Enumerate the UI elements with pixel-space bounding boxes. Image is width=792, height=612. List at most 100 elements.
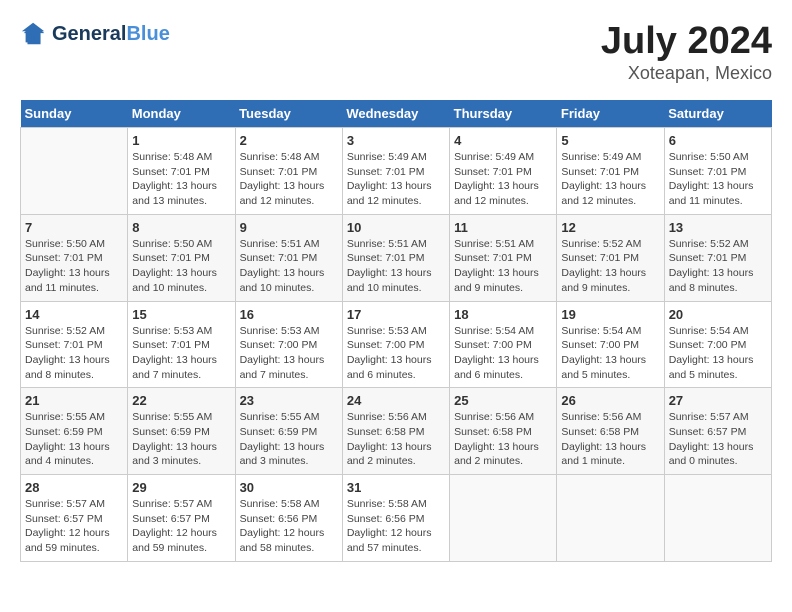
day-number: 21: [25, 393, 123, 408]
cell-content: Sunrise: 5:50 AMSunset: 7:01 PMDaylight:…: [669, 150, 767, 209]
day-number: 4: [454, 133, 552, 148]
day-number: 30: [240, 480, 338, 495]
page-header: GeneralBlue July 2024 Xoteapan, Mexico: [20, 20, 772, 84]
day-number: 29: [132, 480, 230, 495]
day-number: 7: [25, 220, 123, 235]
calendar-cell: 10 Sunrise: 5:51 AMSunset: 7:01 PMDayligh…: [342, 214, 449, 301]
day-number: 10: [347, 220, 445, 235]
day-number: 15: [132, 307, 230, 322]
day-number: 23: [240, 393, 338, 408]
calendar-cell: 31 Sunrise: 5:58 AMSunset: 6:56 PMDayligh…: [342, 475, 449, 562]
day-number: 18: [454, 307, 552, 322]
week-row-4: 21 Sunrise: 5:55 AMSunset: 6:59 PMDayligh…: [21, 388, 772, 475]
day-number: 8: [132, 220, 230, 235]
cell-content: Sunrise: 5:53 AMSunset: 7:00 PMDaylight:…: [240, 324, 338, 383]
day-number: 31: [347, 480, 445, 495]
calendar-cell: 4 Sunrise: 5:49 AMSunset: 7:01 PMDaylight…: [450, 128, 557, 215]
day-number: 27: [669, 393, 767, 408]
cell-content: Sunrise: 5:48 AMSunset: 7:01 PMDaylight:…: [132, 150, 230, 209]
calendar-cell: 19Sunrise: 5:54 AMSunset: 7:00 PMDayligh…: [557, 301, 664, 388]
cell-content: Sunrise: 5:51 AMSunset: 7:01 PMDaylight:…: [347, 237, 445, 296]
calendar-cell: 7Sunrise: 5:50 AMSunset: 7:01 PMDaylight…: [21, 214, 128, 301]
logo-blue: Blue: [126, 23, 169, 45]
calendar-cell: 11 Sunrise: 5:51 AMSunset: 7:01 PMDayligh…: [450, 214, 557, 301]
cell-content: Sunrise: 5:49 AMSunset: 7:01 PMDaylight:…: [454, 150, 552, 209]
calendar-cell: [21, 128, 128, 215]
day-number: 12: [561, 220, 659, 235]
week-row-3: 14Sunrise: 5:52 AMSunset: 7:01 PMDayligh…: [21, 301, 772, 388]
calendar-cell: 17 Sunrise: 5:53 AMSunset: 7:00 PMDayligh…: [342, 301, 449, 388]
day-number: 16: [240, 307, 338, 322]
cell-content: Sunrise: 5:49 AMSunset: 7:01 PMDaylight:…: [561, 150, 659, 209]
day-number: 14: [25, 307, 123, 322]
header-monday: Monday: [128, 100, 235, 128]
calendar-cell: 22 Sunrise: 5:55 AMSunset: 6:59 PMDayligh…: [128, 388, 235, 475]
header-friday: Friday: [557, 100, 664, 128]
day-number: 26: [561, 393, 659, 408]
cell-content: Sunrise: 5:52 AMSunset: 7:01 PMDaylight:…: [561, 237, 659, 296]
logo: GeneralBlue: [20, 20, 170, 48]
day-number: 17: [347, 307, 445, 322]
cell-content: Sunrise: 5:56 AMSunset: 6:58 PMDaylight:…: [454, 410, 552, 469]
cell-content: Sunrise: 5:51 AMSunset: 7:01 PMDaylight:…: [240, 237, 338, 296]
cell-content: Sunrise: 5:55 AMSunset: 6:59 PMDaylight:…: [240, 410, 338, 469]
cell-content: Sunrise: 5:57 AMSunset: 6:57 PMDaylight:…: [669, 410, 767, 469]
calendar-cell: 23 Sunrise: 5:55 AMSunset: 6:59 PMDayligh…: [235, 388, 342, 475]
cell-content: Sunrise: 5:57 AMSunset: 6:57 PMDaylight:…: [25, 497, 123, 556]
day-number: 28: [25, 480, 123, 495]
calendar-cell: [557, 475, 664, 562]
calendar-cell: 25 Sunrise: 5:56 AMSunset: 6:58 PMDayligh…: [450, 388, 557, 475]
header-wednesday: Wednesday: [342, 100, 449, 128]
calendar-cell: [664, 475, 771, 562]
cell-content: Sunrise: 5:54 AMSunset: 7:00 PMDaylight:…: [454, 324, 552, 383]
calendar-cell: 9 Sunrise: 5:51 AMSunset: 7:01 PMDaylight…: [235, 214, 342, 301]
calendar-cell: 30 Sunrise: 5:58 AMSunset: 6:56 PMDayligh…: [235, 475, 342, 562]
day-number: 3: [347, 133, 445, 148]
cell-content: Sunrise: 5:51 AMSunset: 7:01 PMDaylight:…: [454, 237, 552, 296]
calendar-cell: 14Sunrise: 5:52 AMSunset: 7:01 PMDayligh…: [21, 301, 128, 388]
calendar-cell: 27 Sunrise: 5:57 AMSunset: 6:57 PMDayligh…: [664, 388, 771, 475]
day-number: 2: [240, 133, 338, 148]
day-number: 5: [561, 133, 659, 148]
week-row-5: 28 Sunrise: 5:57 AMSunset: 6:57 PMDayligh…: [21, 475, 772, 562]
header-row: SundayMondayTuesdayWednesdayThursdayFrid…: [21, 100, 772, 128]
day-number: 19: [561, 307, 659, 322]
cell-content: Sunrise: 5:53 AMSunset: 7:01 PMDaylight:…: [132, 324, 230, 383]
logo-icon: [20, 20, 48, 48]
calendar-cell: 3Sunrise: 5:49 AMSunset: 7:01 PMDaylight…: [342, 128, 449, 215]
calendar-cell: 8 Sunrise: 5:50 AMSunset: 7:01 PMDaylight…: [128, 214, 235, 301]
calendar-cell: 28 Sunrise: 5:57 AMSunset: 6:57 PMDayligh…: [21, 475, 128, 562]
logo-text: GeneralBlue: [52, 23, 170, 45]
calendar-cell: 12 Sunrise: 5:52 AMSunset: 7:01 PMDayligh…: [557, 214, 664, 301]
cell-content: Sunrise: 5:54 AMSunset: 7:00 PMDaylight:…: [669, 324, 767, 383]
day-number: 9: [240, 220, 338, 235]
cell-content: Sunrise: 5:53 AMSunset: 7:00 PMDaylight:…: [347, 324, 445, 383]
calendar-cell: 1 Sunrise: 5:48 AMSunset: 7:01 PMDaylight…: [128, 128, 235, 215]
cell-content: Sunrise: 5:52 AMSunset: 7:01 PMDaylight:…: [669, 237, 767, 296]
header-sunday: Sunday: [21, 100, 128, 128]
cell-content: Sunrise: 5:48 AMSunset: 7:01 PMDaylight:…: [240, 150, 338, 209]
week-row-1: 1 Sunrise: 5:48 AMSunset: 7:01 PMDaylight…: [21, 128, 772, 215]
day-number: 6: [669, 133, 767, 148]
day-number: 1: [132, 133, 230, 148]
header-thursday: Thursday: [450, 100, 557, 128]
week-row-2: 7 Sunrise: 5:50 AMSunset: 7:01 PMDaylight…: [21, 214, 772, 301]
calendar-cell: 5 Sunrise: 5:49 AMSunset: 7:01 PMDaylight…: [557, 128, 664, 215]
calendar-cell: 6 Sunrise: 5:50 AMSunset: 7:01 PMDaylight…: [664, 128, 771, 215]
day-number: 25: [454, 393, 552, 408]
calendar-cell: 26Sunrise: 5:56 AMSunset: 6:58 PMDayligh…: [557, 388, 664, 475]
cell-content: Sunrise: 5:55 AMSunset: 6:59 PMDaylight:…: [132, 410, 230, 469]
cell-content: Sunrise: 5:50 AMSunset: 7:01 PMDaylight:…: [132, 237, 230, 296]
calendar-cell: 2 Sunrise: 5:48 AMSunset: 7:01 PMDaylight…: [235, 128, 342, 215]
calendar-cell: 24Sunrise: 5:56 AMSunset: 6:58 PMDayligh…: [342, 388, 449, 475]
cell-content: Sunrise: 5:58 AMSunset: 6:56 PMDaylight:…: [347, 497, 445, 556]
day-number: 22: [132, 393, 230, 408]
cell-content: Sunrise: 5:58 AMSunset: 6:56 PMDaylight:…: [240, 497, 338, 556]
calendar-cell: 21Sunrise: 5:55 AMSunset: 6:59 PMDayligh…: [21, 388, 128, 475]
calendar-subtitle: Xoteapan, Mexico: [601, 63, 772, 84]
header-tuesday: Tuesday: [235, 100, 342, 128]
calendar-cell: [450, 475, 557, 562]
header-saturday: Saturday: [664, 100, 771, 128]
calendar-cell: 13Sunrise: 5:52 AMSunset: 7:01 PMDayligh…: [664, 214, 771, 301]
day-number: 11: [454, 220, 552, 235]
